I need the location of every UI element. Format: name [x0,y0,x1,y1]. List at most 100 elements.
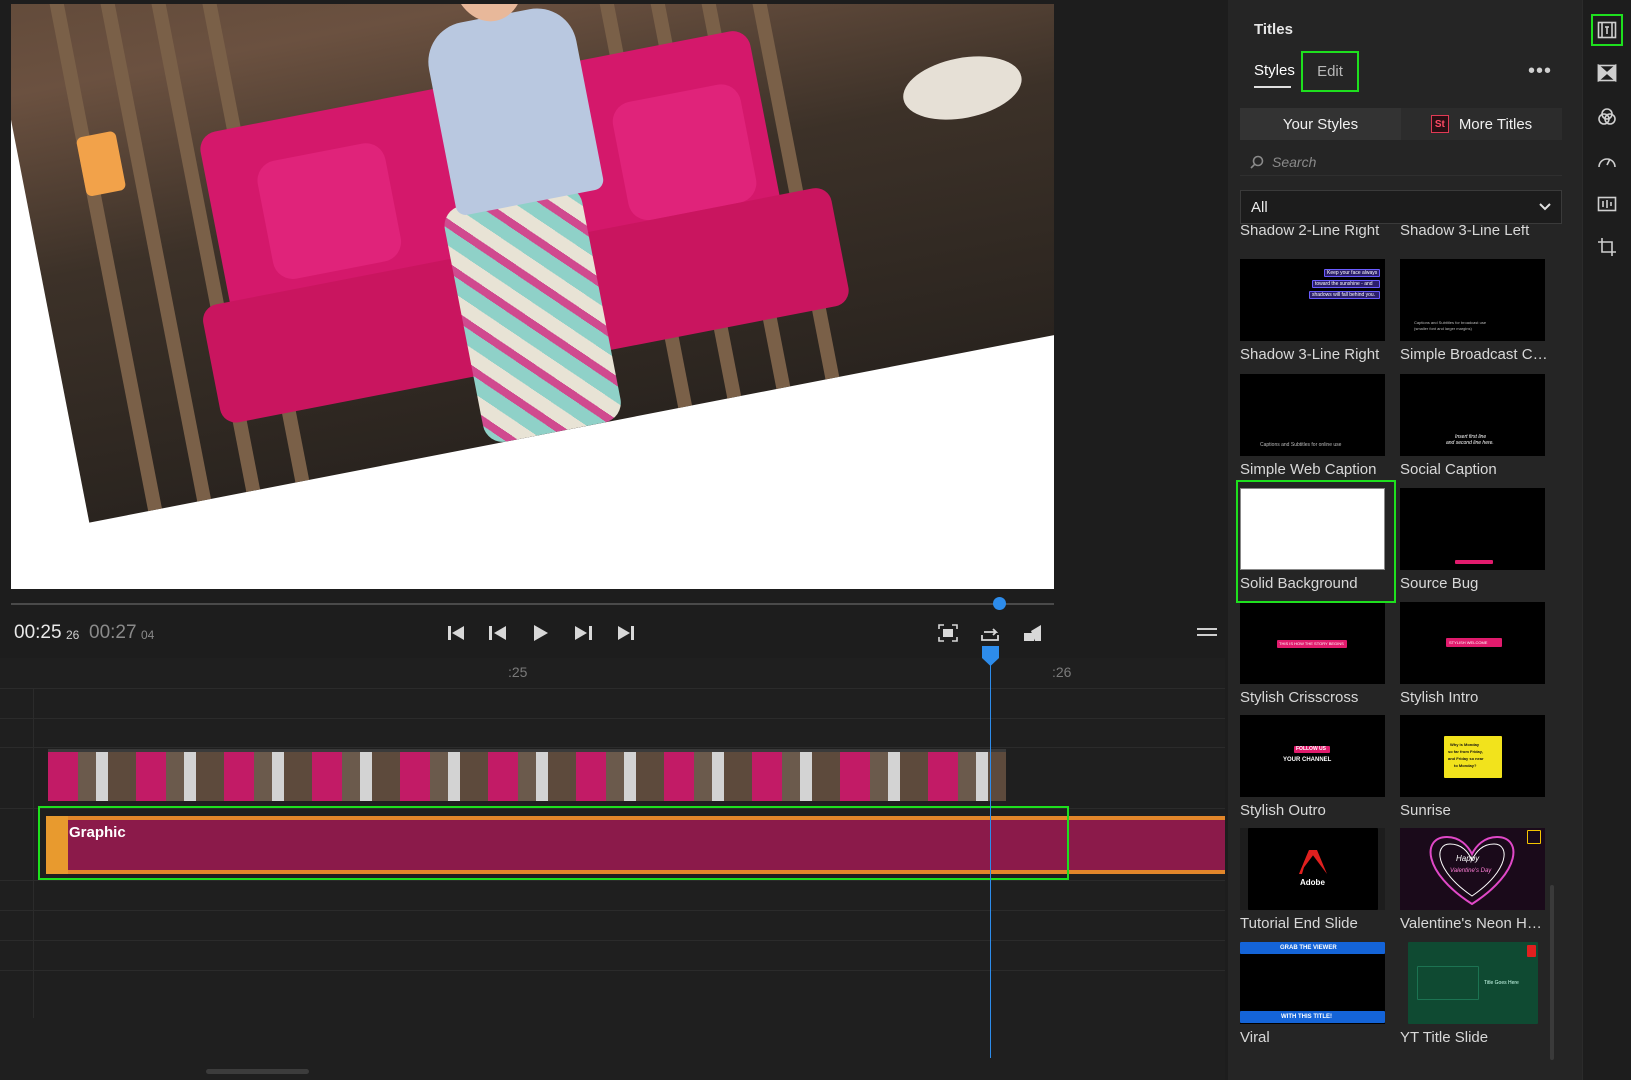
style-label: Shadow 2-Line Right [1240,225,1380,239]
style-thumbnail: THIS IS HOW THE STORY BEGINS [1240,602,1385,684]
style-card[interactable]: Why is Monday so far from Friday, and Fr… [1400,715,1556,819]
styles-source-switch: Your Styles St More Titles [1240,108,1562,140]
style-label: Simple Broadcast Ca... [1400,346,1550,363]
search-placeholder: Search [1272,153,1317,170]
speedometer-icon [1598,158,1616,168]
style-card[interactable]: Shadow 2-Line Right [1240,225,1396,239]
stock-icon: St [1430,115,1449,133]
style-label: Stylish Crisscross [1240,689,1359,706]
search-input[interactable]: Search [1240,148,1562,176]
step-back-button[interactable] [485,622,511,644]
timeline-scrollbar[interactable] [206,1069,309,1074]
style-card[interactable]: GRAB THE VIEWER WITH THIS TITLE! Viral [1240,942,1396,1046]
color-panel-button[interactable] [1591,101,1623,133]
chevron-down-icon [1539,203,1551,211]
style-label: Solid Background [1240,575,1358,592]
style-thumbnail [1240,488,1385,570]
scrubber-handle[interactable] [993,597,1006,610]
video-preview[interactable] [11,4,1054,589]
panel-title: Titles [1254,21,1293,38]
category-dropdown[interactable]: All [1240,190,1562,224]
loop-icon [981,628,999,641]
graphic-clip[interactable] [46,816,1225,874]
quality-icon [1024,625,1041,641]
style-thumbnail: GRAB THE VIEWER WITH THIS TITLE! [1240,942,1385,1024]
styles-grid[interactable]: Shadow 2-Line Right Shadow 3-Line Left K… [1228,225,1582,1080]
style-card[interactable]: Captions and Subtitles for broadcast use… [1400,259,1556,363]
fit-frame-button[interactable] [935,622,961,644]
track-divider [0,808,1225,809]
your-styles-button[interactable]: Your Styles [1240,108,1401,140]
graphic-clip-trim-handle[interactable] [46,816,68,874]
style-label: Source Bug [1400,575,1479,592]
scrubber-track[interactable] [11,603,1054,605]
style-card[interactable]: Shadow 3-Line Left [1400,225,1556,239]
style-thumbnail: Happy Valentine's Day [1400,828,1545,910]
duration-timecode-frames: 04 [141,628,155,642]
menu-line-icon [1197,634,1217,636]
skip-start-icon [448,626,464,640]
style-card[interactable]: Source Bug [1400,488,1556,592]
style-card[interactable]: Keep your face always toward the sunshin… [1240,259,1396,363]
panel-menu-button[interactable] [1197,622,1217,642]
duration-timecode: 00:27 [89,622,137,643]
audio-panel-button[interactable] [1591,188,1623,220]
time-ruler[interactable]: :25 :26 [0,658,1225,688]
speed-panel-button[interactable] [1591,145,1623,177]
play-button[interactable] [528,622,554,644]
safe-margins-button[interactable] [1020,622,1046,644]
go-to-end-button[interactable] [613,622,639,644]
video-frame-image [11,4,1054,523]
style-card[interactable]: Adobe Tutorial End Slide [1240,828,1396,932]
fit-frame-icon [938,624,958,642]
current-timecode: 00:25 [14,622,62,643]
style-thumbnail: Title Goes Here [1400,942,1545,1024]
style-label: Valentine's Neon Hea... [1400,915,1550,932]
color-icon [1598,108,1616,125]
panel-scrollbar[interactable] [1550,885,1554,1060]
style-thumbnail: Adobe [1240,828,1385,910]
menu-line-icon [1197,628,1217,630]
crop-panel-button[interactable] [1591,231,1623,263]
track-divider [0,940,1225,941]
adobe-logo-icon [1299,850,1327,874]
loop-button[interactable] [977,622,1003,644]
more-titles-button[interactable]: St More Titles [1401,108,1562,140]
style-card[interactable]: FOLLOW US YOUR CHANNEL Stylish Outro [1240,715,1396,819]
skip-end-icon [618,626,634,640]
go-to-start-button[interactable] [443,622,469,644]
style-card[interactable]: Insert first line and second line here. … [1400,374,1556,478]
style-thumbnail: FOLLOW US YOUR CHANNEL [1240,715,1385,797]
style-label: Social Caption [1400,461,1497,478]
tab-styles[interactable]: Styles [1254,62,1295,79]
step-back-icon [489,626,506,640]
style-card[interactable]: THIS IS HOW THE STORY BEGINS Stylish Cri… [1240,602,1396,706]
audio-clip-icon [1597,196,1617,212]
more-options-button[interactable]: ••• [1528,60,1552,83]
transitions-panel-button[interactable] [1591,57,1623,89]
playhead-line [990,658,991,1058]
style-thumbnail: Captions and Subtitles for broadcast use… [1400,259,1545,341]
style-card[interactable]: Solid Background [1240,488,1396,592]
track-divider [0,970,1225,971]
your-styles-label: Your Styles [1282,115,1359,133]
style-label: Shadow 3-Line Left [1400,225,1530,239]
timeline[interactable]: :25 :26 Graphic [0,646,1225,1080]
style-card[interactable]: STYLISH WELCOME Stylish Intro [1400,602,1556,706]
style-thumbnail: Insert first line and second line here. [1400,374,1545,456]
video-clip[interactable] [48,749,1006,801]
transitions-icon [1597,64,1617,82]
style-card[interactable]: Happy Valentine's Day Valentine's Neon H… [1400,828,1556,932]
style-label: Tutorial End Slide [1240,915,1358,932]
style-label: Viral [1240,1029,1270,1046]
style-thumbnail: STYLISH WELCOME [1400,602,1545,684]
titles-panel-button[interactable] [1591,14,1623,46]
style-card[interactable]: Title Goes Here YT Title Slide [1400,942,1556,1046]
titles-panel: Titles Styles Edit ••• Your Styles St Mo… [1228,0,1582,1080]
category-dropdown-value: All [1251,198,1268,216]
style-card[interactable]: Captions and Subtitles for online use Si… [1240,374,1396,478]
step-forward-button[interactable] [570,622,596,644]
ruler-label: :25 [508,664,528,680]
style-label: Shadow 3-Line Right [1240,346,1380,363]
tab-edit[interactable]: Edit [1301,51,1359,92]
